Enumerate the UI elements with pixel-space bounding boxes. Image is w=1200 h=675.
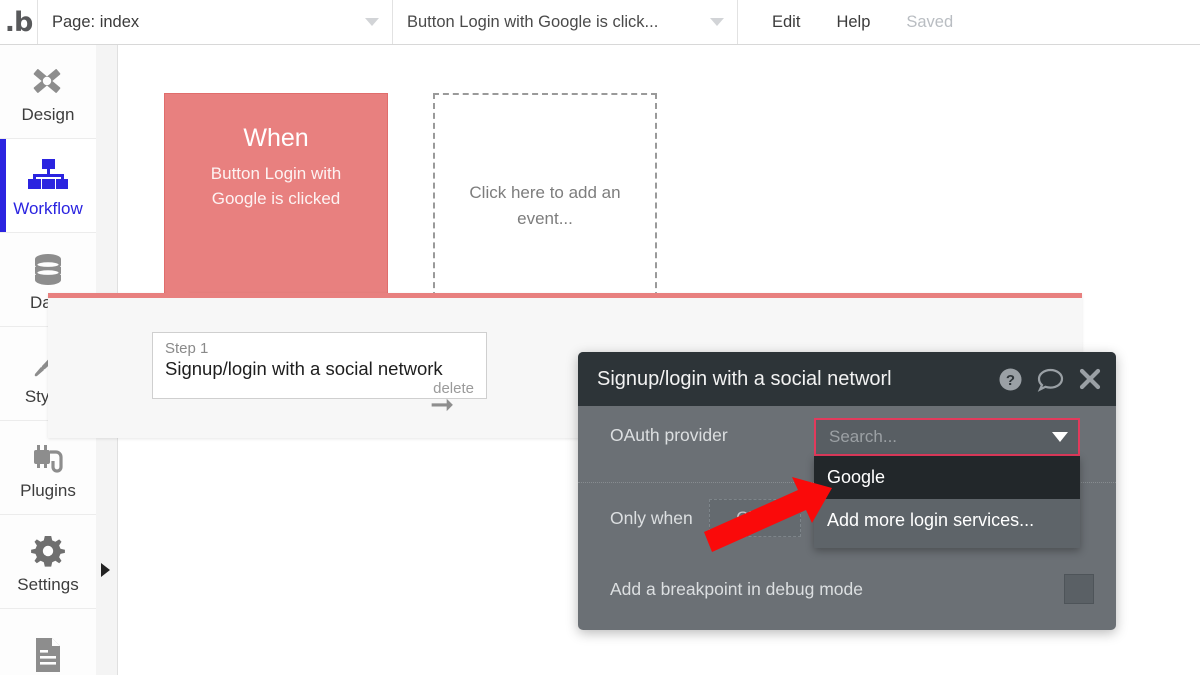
modal-title: Signup/login with a social networl bbox=[597, 367, 892, 390]
sidebar-item-label: Design bbox=[21, 104, 75, 124]
plug-icon bbox=[29, 435, 67, 479]
arrow-right-icon[interactable]: ➞ bbox=[430, 390, 454, 419]
workflow-selector-label: Button Login with Google is click... bbox=[407, 12, 659, 31]
dropdown-caret-icon bbox=[1052, 432, 1068, 442]
only-when-input[interactable]: Click bbox=[708, 499, 801, 537]
event-card-when[interactable]: When Button Login with Google is clicked bbox=[164, 93, 388, 318]
comment-bubble-icon[interactable] bbox=[1037, 367, 1064, 392]
bubble-editor-window: .b Page: index Button Login with Google … bbox=[0, 0, 1200, 675]
breakpoint-label: Add a breakpoint in debug mode bbox=[610, 578, 863, 599]
workflow-tree-icon bbox=[26, 153, 70, 197]
oauth-provider-placeholder: Search... bbox=[829, 427, 898, 446]
oauth-provider-search-input[interactable]: Search... bbox=[814, 418, 1080, 456]
sidebar-item-design[interactable]: Design bbox=[0, 45, 96, 139]
svg-text:?: ? bbox=[1006, 372, 1015, 389]
modal-header: Signup/login with a social networl ? bbox=[578, 352, 1116, 406]
step-delete-link[interactable]: delete bbox=[165, 380, 474, 397]
design-tools-icon bbox=[28, 59, 68, 103]
only-when-label: Only when bbox=[610, 507, 693, 528]
page-selector[interactable]: Page: index bbox=[38, 0, 393, 44]
save-status-label: Saved bbox=[906, 12, 954, 31]
bubble-logo[interactable]: .b bbox=[0, 0, 38, 44]
modal-body: OAuth provider Only when Click Add a bre… bbox=[578, 406, 1116, 630]
event-card-title: When bbox=[243, 124, 309, 152]
modal-header-icons: ? bbox=[998, 367, 1102, 392]
sidebar-item-label: Plugins bbox=[20, 480, 76, 500]
logs-document-icon bbox=[31, 633, 65, 675]
step-name-label: Signup/login with a social network bbox=[165, 358, 443, 379]
oauth-provider-option-list: Google Add more login services... bbox=[814, 456, 1080, 548]
oauth-provider-label: OAuth provider bbox=[610, 424, 728, 445]
oauth-provider-dropdown: Search... Google Add more login services… bbox=[814, 418, 1080, 548]
bubble-logo-glyph: .b bbox=[4, 6, 34, 38]
add-event-label: Click here to add an event... bbox=[469, 183, 621, 228]
chevron-down-icon bbox=[365, 18, 379, 26]
step-number-label: Step 1 bbox=[165, 340, 209, 357]
sidebar-item-workflow[interactable]: Workflow bbox=[0, 139, 96, 233]
option-label: Google bbox=[827, 467, 886, 487]
panel-pointer-triangle bbox=[165, 280, 191, 294]
edit-menu-button[interactable]: Edit bbox=[754, 0, 818, 44]
gear-icon bbox=[30, 529, 66, 573]
help-circle-icon[interactable]: ? bbox=[998, 367, 1023, 392]
top-toolbar: .b Page: index Button Login with Google … bbox=[0, 0, 1200, 45]
option-add-more-login-services[interactable]: Add more login services... bbox=[814, 499, 1080, 542]
action-settings-modal: Signup/login with a social networl ? OAu… bbox=[578, 352, 1116, 630]
sidebar-item-logs[interactable] bbox=[0, 609, 96, 675]
workflow-selector[interactable]: Button Login with Google is click... bbox=[393, 0, 738, 44]
event-card-subtitle: Button Login with Google is clicked bbox=[210, 164, 342, 208]
breakpoint-row: Add a breakpoint in debug mode bbox=[610, 574, 1094, 604]
chevron-down-icon bbox=[710, 18, 724, 26]
only-when-row: Only when Click bbox=[610, 499, 801, 537]
help-menu-button[interactable]: Help bbox=[818, 0, 888, 44]
edit-menu-label: Edit bbox=[772, 12, 801, 31]
option-google[interactable]: Google bbox=[814, 456, 1080, 499]
page-selector-label: Page: index bbox=[52, 12, 140, 31]
database-icon bbox=[29, 247, 67, 291]
sidebar-item-label: Workflow bbox=[13, 198, 83, 218]
sidebar-item-label: Settings bbox=[17, 574, 79, 594]
sidebar-item-settings[interactable]: Settings bbox=[0, 515, 96, 609]
close-x-icon[interactable] bbox=[1078, 367, 1102, 391]
add-event-placeholder[interactable]: Click here to add an event... bbox=[433, 93, 657, 318]
breakpoint-checkbox[interactable] bbox=[1064, 574, 1094, 604]
save-status: Saved bbox=[888, 0, 971, 44]
option-label: Add more login services... bbox=[827, 510, 1035, 530]
expand-panel-arrow-icon[interactable] bbox=[101, 563, 110, 577]
help-menu-label: Help bbox=[836, 12, 871, 31]
